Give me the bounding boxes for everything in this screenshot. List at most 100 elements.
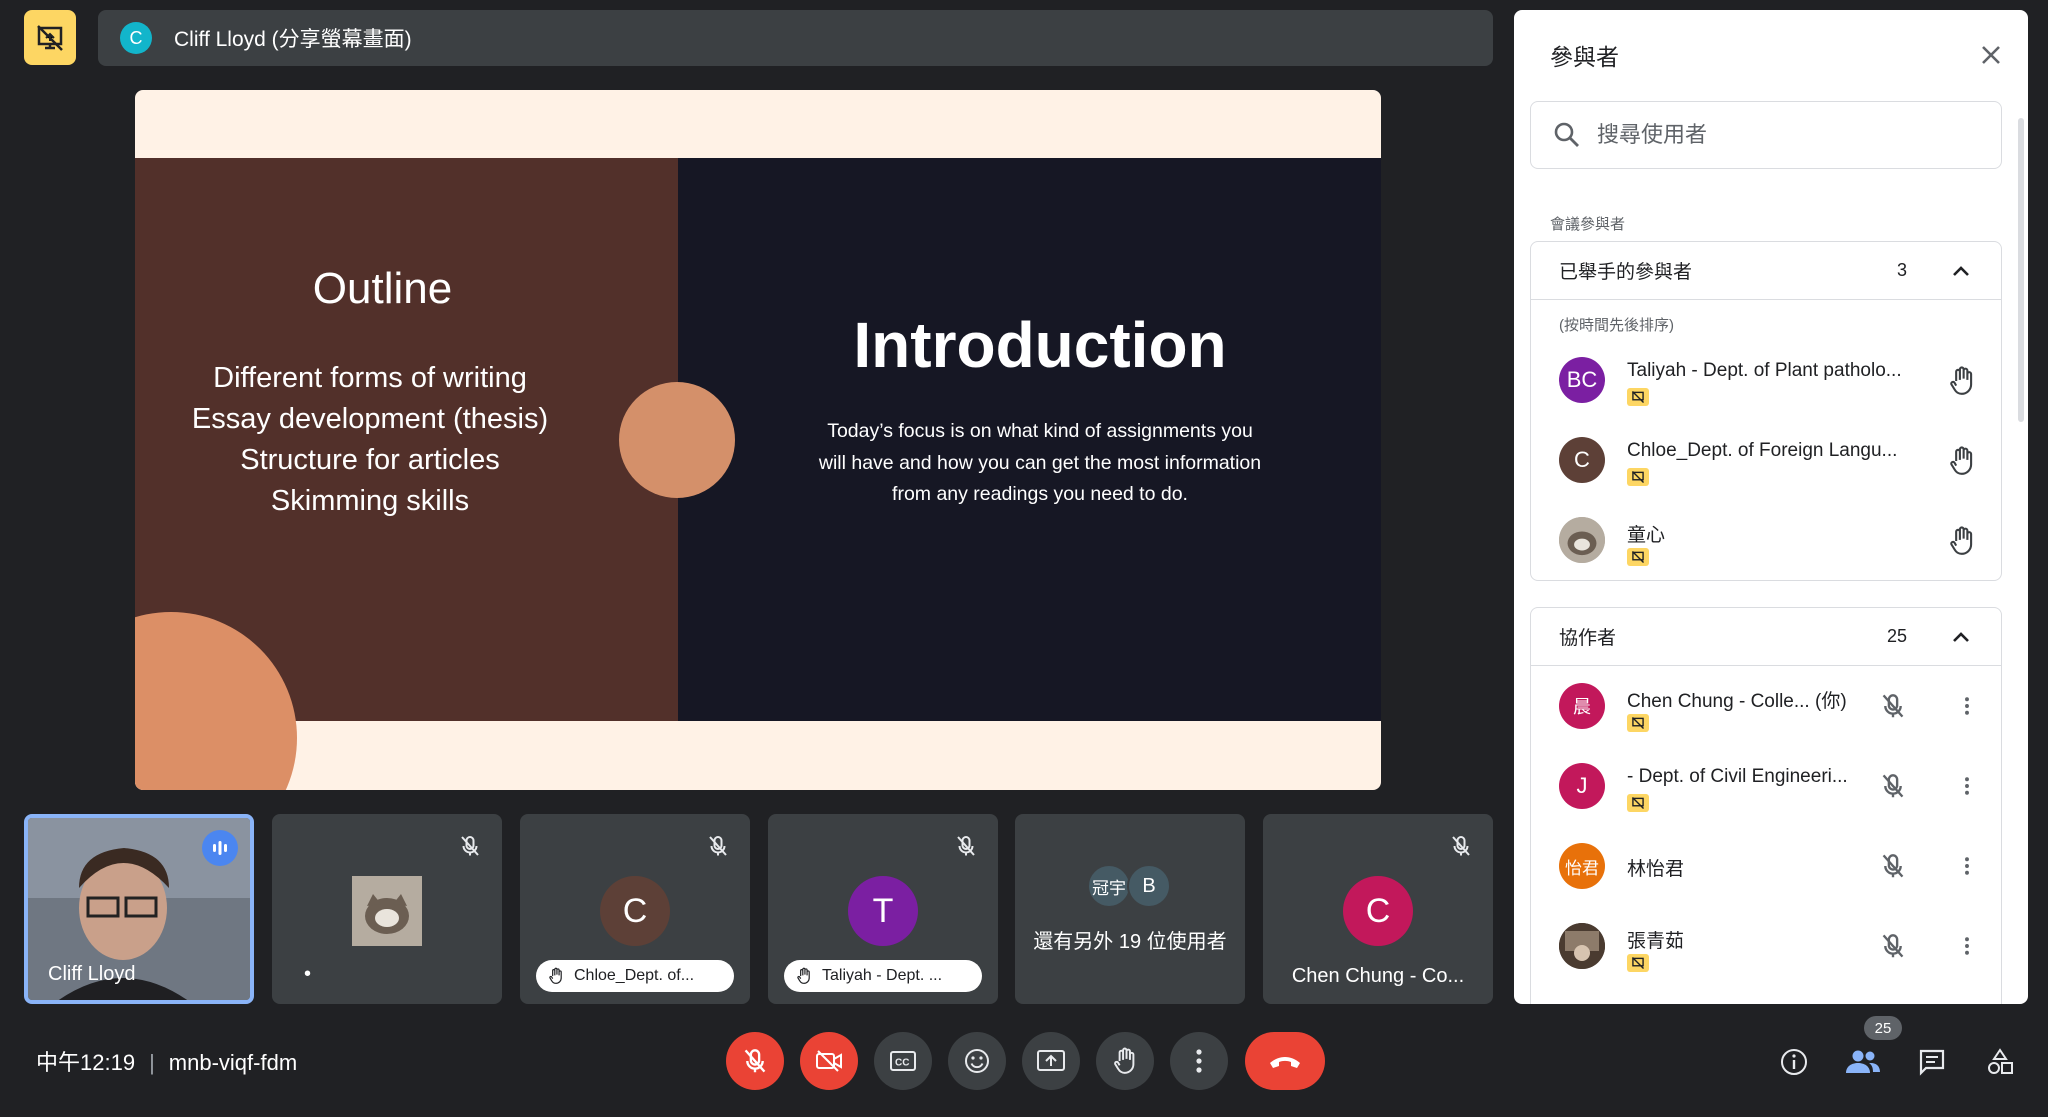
collapse-button[interactable] — [1949, 625, 1973, 649]
present-off-icon — [1631, 717, 1645, 729]
group-title: 協作者 — [1559, 628, 1617, 649]
mute-button[interactable] — [1877, 930, 1909, 962]
activities-button[interactable] — [1978, 1040, 2022, 1084]
cat-photo — [1559, 517, 1605, 563]
participant-tile-chen[interactable]: C Chen Chung - Co... — [1263, 814, 1493, 1004]
list-item[interactable]: 怡君 林怡君 — [1531, 826, 2001, 906]
meeting-code: mnb-viqf-fdm — [168, 1050, 298, 1075]
sort-note: (按時間先後排序) — [1559, 317, 1674, 334]
present-now-button[interactable] — [1022, 1032, 1080, 1090]
people-button[interactable] — [1841, 1040, 1885, 1084]
camera-toggle-button[interactable] — [800, 1032, 858, 1090]
participant-tile-cliff[interactable]: Cliff Lloyd — [24, 814, 254, 1004]
group-count: 25 — [1886, 626, 1907, 646]
mic-off-icon — [957, 836, 975, 856]
presenting-indicator[interactable] — [24, 10, 76, 65]
meeting-details-button[interactable] — [1772, 1040, 1816, 1084]
presenter-label: Cliff Lloyd (分享螢幕畫面) — [174, 28, 412, 51]
participant-more-button[interactable] — [1957, 770, 1977, 802]
close-icon — [1982, 46, 2000, 64]
participants-panel: 參與者 會議參與者 已舉手的參與者 3 (按時間先後排序) BC Taliyah… — [1514, 10, 2028, 1004]
more-icon — [1965, 697, 1969, 715]
lower-hand-button[interactable] — [1945, 362, 1979, 400]
list-item[interactable]: J - Dept. of Civil Engineeri... — [1531, 746, 2001, 826]
hand-icon — [549, 967, 562, 984]
panel-scrollbar[interactable] — [2018, 118, 2024, 422]
more-icon — [1196, 1049, 1202, 1073]
group-header[interactable]: 已舉手的參與者 3 — [1531, 242, 2001, 300]
participant-more-button[interactable] — [1957, 690, 1977, 722]
mic-off-icon — [709, 836, 727, 856]
avatar — [1559, 517, 1605, 563]
lower-hand-button[interactable] — [1945, 442, 1979, 480]
end-call-icon — [1270, 1057, 1300, 1068]
search-input[interactable] — [1597, 122, 1977, 148]
more-options-button[interactable] — [1170, 1032, 1228, 1090]
avatar: BC — [1559, 357, 1605, 403]
participants-count-badge: 25 — [1864, 1016, 1902, 1040]
present-off-icon — [1631, 471, 1645, 483]
profile-photo — [1559, 923, 1605, 969]
hand-icon — [1950, 366, 1973, 395]
raised-hand-label: Chloe_Dept. of... — [536, 960, 734, 992]
more-icon — [1965, 937, 1969, 955]
more-icon — [1965, 857, 1969, 875]
avatar — [1559, 923, 1605, 969]
avatar: T — [848, 876, 918, 946]
captions-button[interactable]: CC — [874, 1032, 932, 1090]
svg-text:CC: CC — [895, 1058, 909, 1069]
reactions-button[interactable] — [948, 1032, 1006, 1090]
outline-title: Outline — [312, 264, 453, 313]
collapse-button[interactable] — [1949, 259, 1973, 283]
participant-tile-taliyah[interactable]: T Taliyah - Dept. ... — [768, 814, 998, 1004]
mute-button[interactable] — [1877, 770, 1909, 802]
hand-icon — [1114, 1047, 1135, 1074]
presenting-badge — [1627, 548, 1649, 566]
present-off-icon — [1631, 391, 1645, 403]
shared-screen: Outline Different forms of writing Essay… — [135, 90, 1381, 790]
present-icon — [1037, 1050, 1065, 1071]
chat-button[interactable] — [1910, 1040, 1954, 1084]
mic-toggle-button[interactable] — [726, 1032, 784, 1090]
tile-name: Chen Chung - Co... — [1291, 965, 1465, 987]
participant-name: 林怡君 — [1627, 859, 1685, 880]
meeting-info: 中午12:19 | mnb-viqf-fdm — [36, 1045, 297, 1077]
intro-title: Introduction — [853, 309, 1227, 381]
outline-item: Different forms of writing — [213, 362, 527, 394]
mic-off-icon — [1882, 934, 1904, 958]
participant-more-button[interactable] — [1957, 930, 1977, 962]
raised-hand-label: Taliyah - Dept. ... — [784, 960, 982, 992]
leave-call-button[interactable] — [1245, 1032, 1325, 1090]
chevron-up-icon — [1953, 631, 1969, 642]
list-item[interactable]: C Chloe_Dept. of Foreign Langu... — [1531, 420, 2001, 500]
presenter-banner: C Cliff Lloyd (分享螢幕畫面) — [98, 10, 1493, 66]
mute-button[interactable] — [1877, 690, 1909, 722]
list-item[interactable]: 童心 — [1531, 500, 2001, 580]
participant-more-button[interactable] — [1957, 850, 1977, 882]
mic-off-icon — [1882, 854, 1904, 878]
mute-button[interactable] — [1877, 850, 1909, 882]
participant-tile-chloe[interactable]: C Chloe_Dept. of... — [520, 814, 750, 1004]
group-header[interactable]: 協作者 25 — [1531, 608, 2001, 666]
hand-icon — [1950, 446, 1973, 475]
list-item[interactable]: 晨 Chen Chung - Colle... (你) — [1531, 666, 2001, 746]
raise-hand-button[interactable] — [1096, 1032, 1154, 1090]
participant-tile-others[interactable]: 冠宇 B 還有另外 19 位使用者 — [1015, 814, 1245, 1004]
list-item[interactable]: 張青茹 — [1531, 906, 2001, 986]
close-panel-button[interactable] — [1976, 40, 2006, 70]
more-icon — [1965, 777, 1969, 795]
presenting-badge — [1627, 794, 1649, 812]
outline-item: Structure for articles — [240, 444, 500, 476]
mic-off-indicator — [704, 832, 732, 860]
hand-icon — [1950, 526, 1973, 555]
list-item[interactable]: BC Taliyah - Dept. of Plant patholo... — [1531, 340, 2001, 420]
panel-title: 參與者 — [1550, 44, 1619, 70]
participant-tile-guest[interactable]: • — [272, 814, 502, 1004]
speaking-indicator — [202, 830, 238, 866]
avatar: C — [1343, 876, 1413, 946]
camera-off-icon — [816, 1050, 842, 1072]
mic-off-indicator — [1447, 832, 1475, 860]
others-label: 還有另外 19 位使用者 — [1033, 931, 1227, 953]
search-box[interactable] — [1530, 101, 2002, 169]
lower-hand-button[interactable] — [1945, 522, 1979, 560]
